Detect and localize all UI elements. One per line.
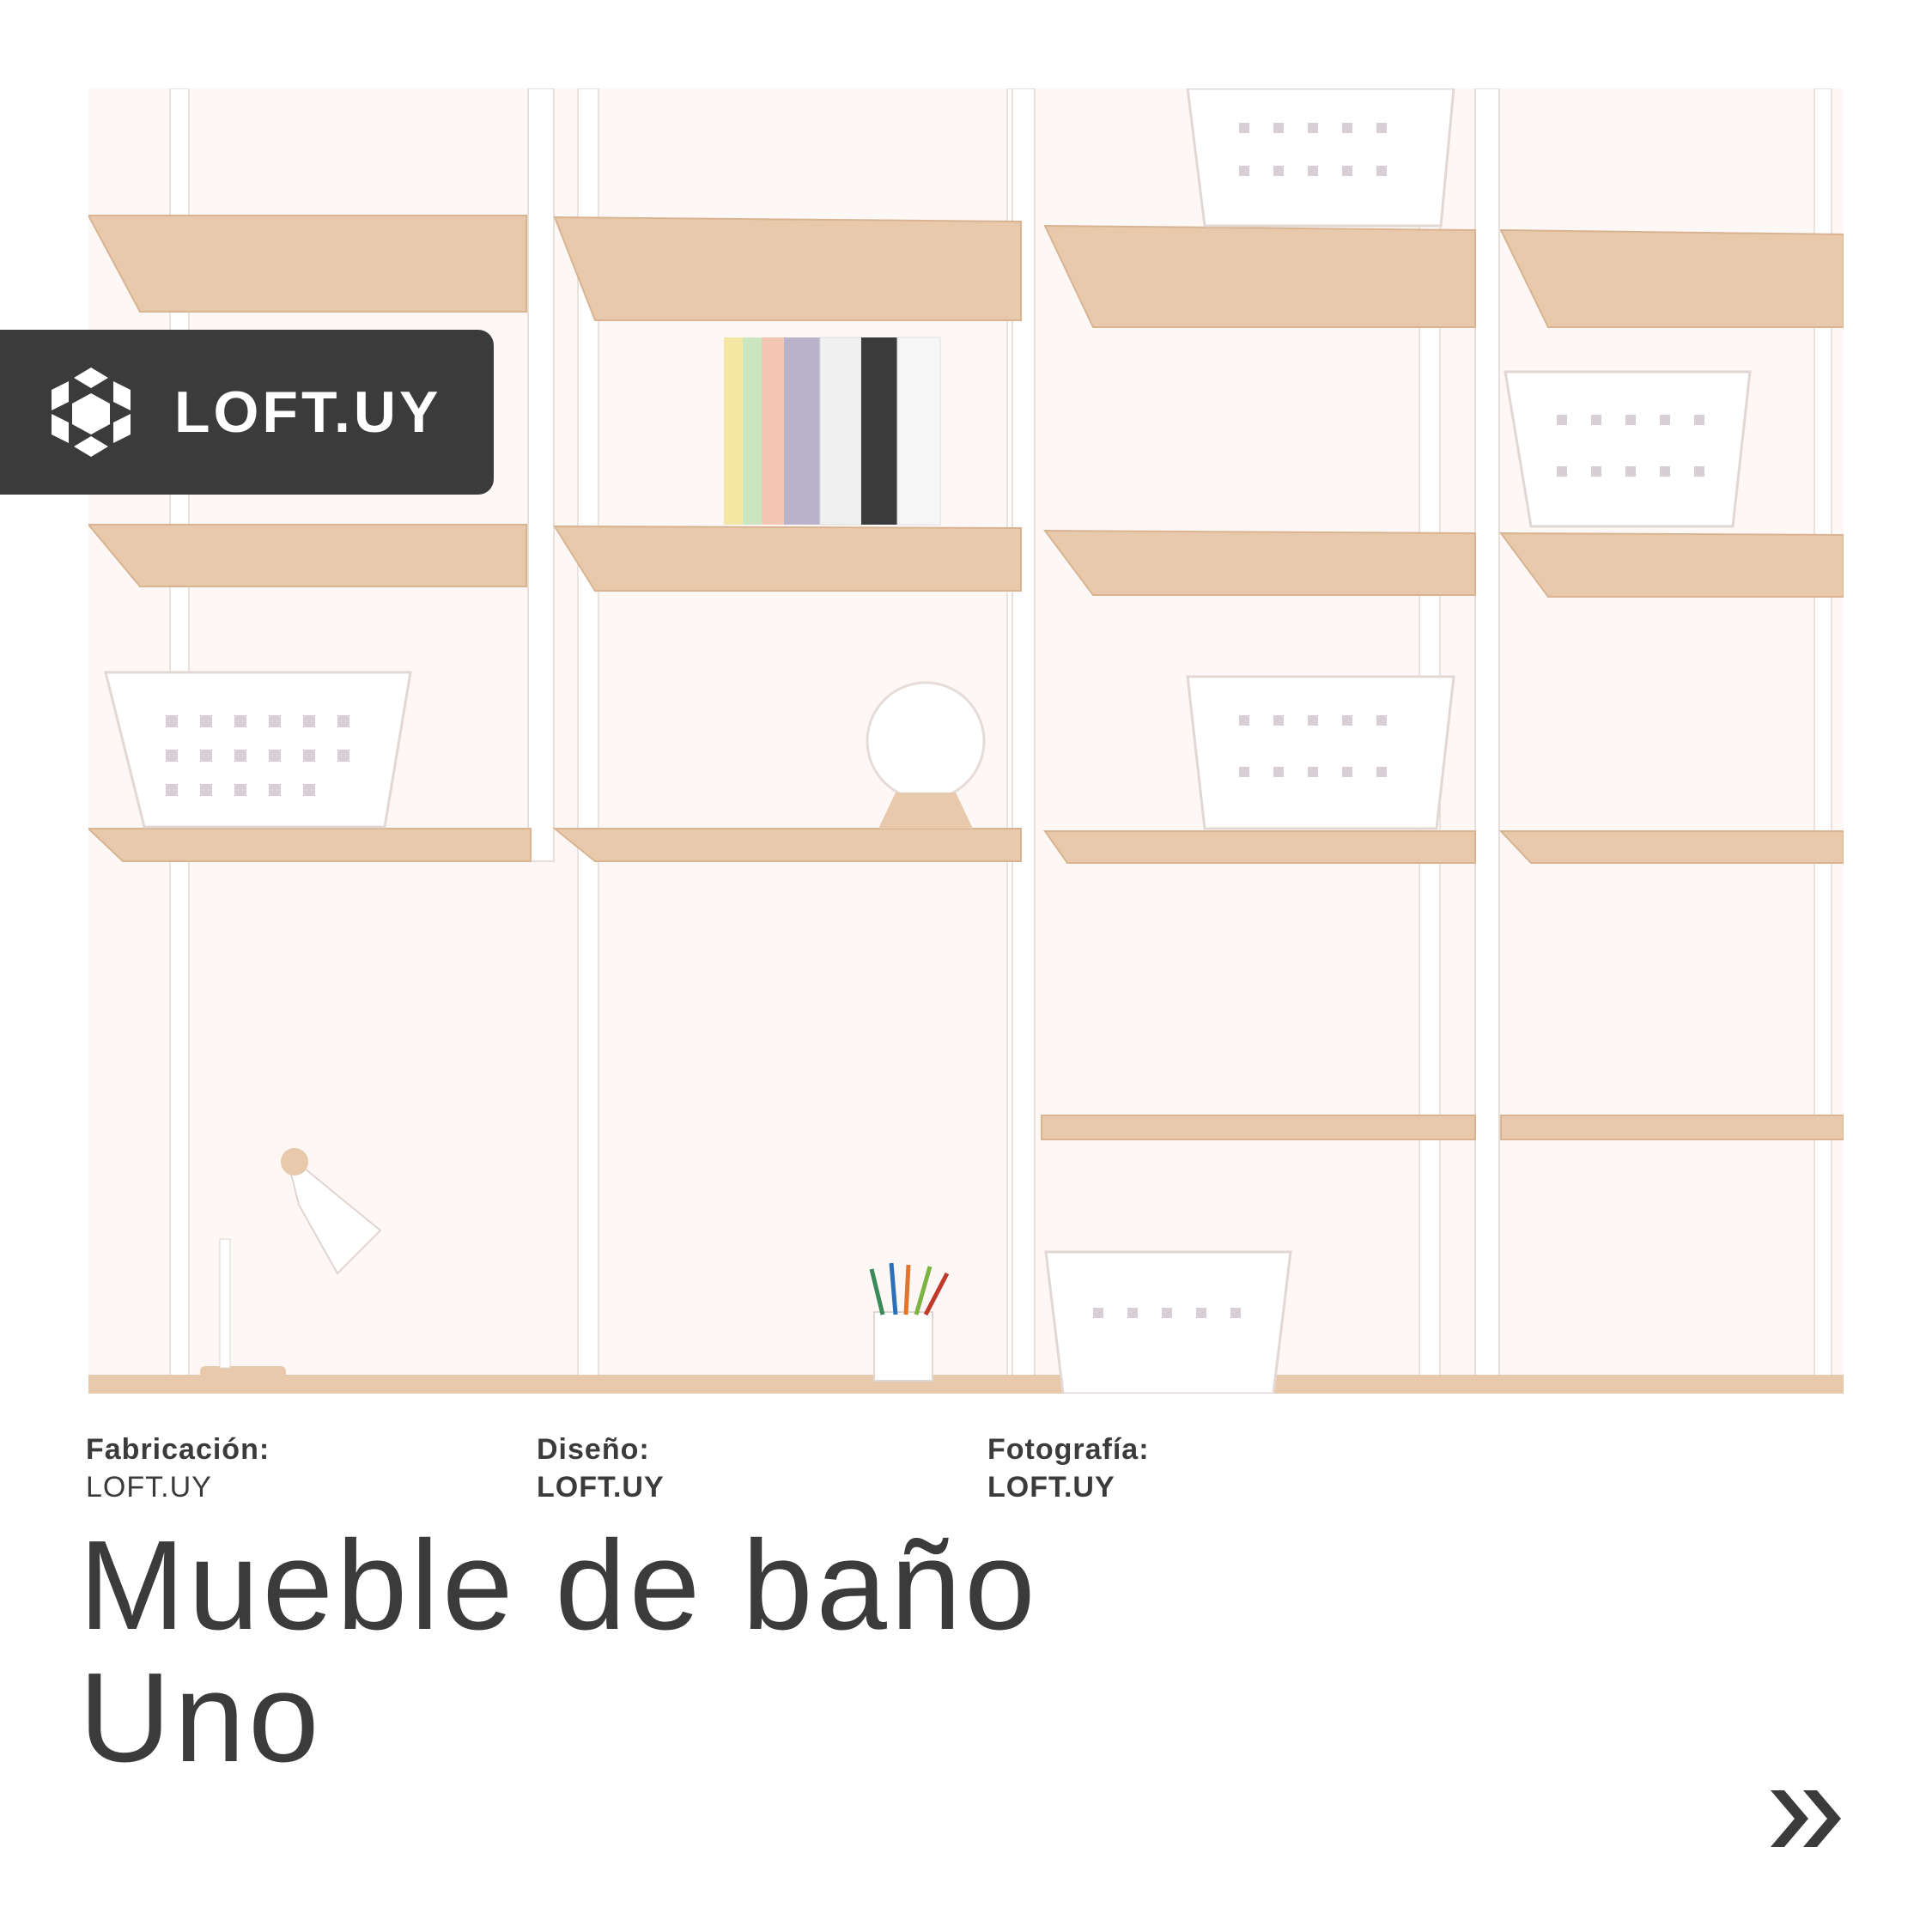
brand-name: LOFT.UY: [174, 380, 442, 445]
page-title: Mueble de baño Uno: [79, 1520, 1039, 1784]
brand-badge: LOFT.UY: [0, 330, 494, 495]
credits-row: Fabricación: LOFT.UY Diseño: LOFT.UY Fot…: [0, 1431, 1932, 1516]
snowflake-cube-logo-icon: [52, 368, 131, 457]
credit-fotografia: Fotografía: LOFT.UY: [987, 1431, 1150, 1506]
credit-value: LOFT.UY: [987, 1471, 1115, 1504]
title-line-2: Uno: [79, 1647, 323, 1789]
shelving-illustration: [88, 88, 1844, 1394]
credit-diseno: Diseño: LOFT.UY: [537, 1431, 665, 1506]
credit-label: Fotografía:: [987, 1433, 1150, 1466]
credit-fabricacion: Fabricación: LOFT.UY: [86, 1431, 270, 1506]
double-chevron-right-icon[interactable]: [1771, 1790, 1844, 1847]
credit-label: Diseño:: [537, 1433, 650, 1466]
credit-value: LOFT.UY: [86, 1471, 212, 1504]
title-line-1: Mueble de baño: [79, 1515, 1039, 1656]
shelving-photo: [88, 88, 1844, 1394]
credit-value: LOFT.UY: [537, 1471, 665, 1504]
credit-label: Fabricación:: [86, 1433, 270, 1466]
